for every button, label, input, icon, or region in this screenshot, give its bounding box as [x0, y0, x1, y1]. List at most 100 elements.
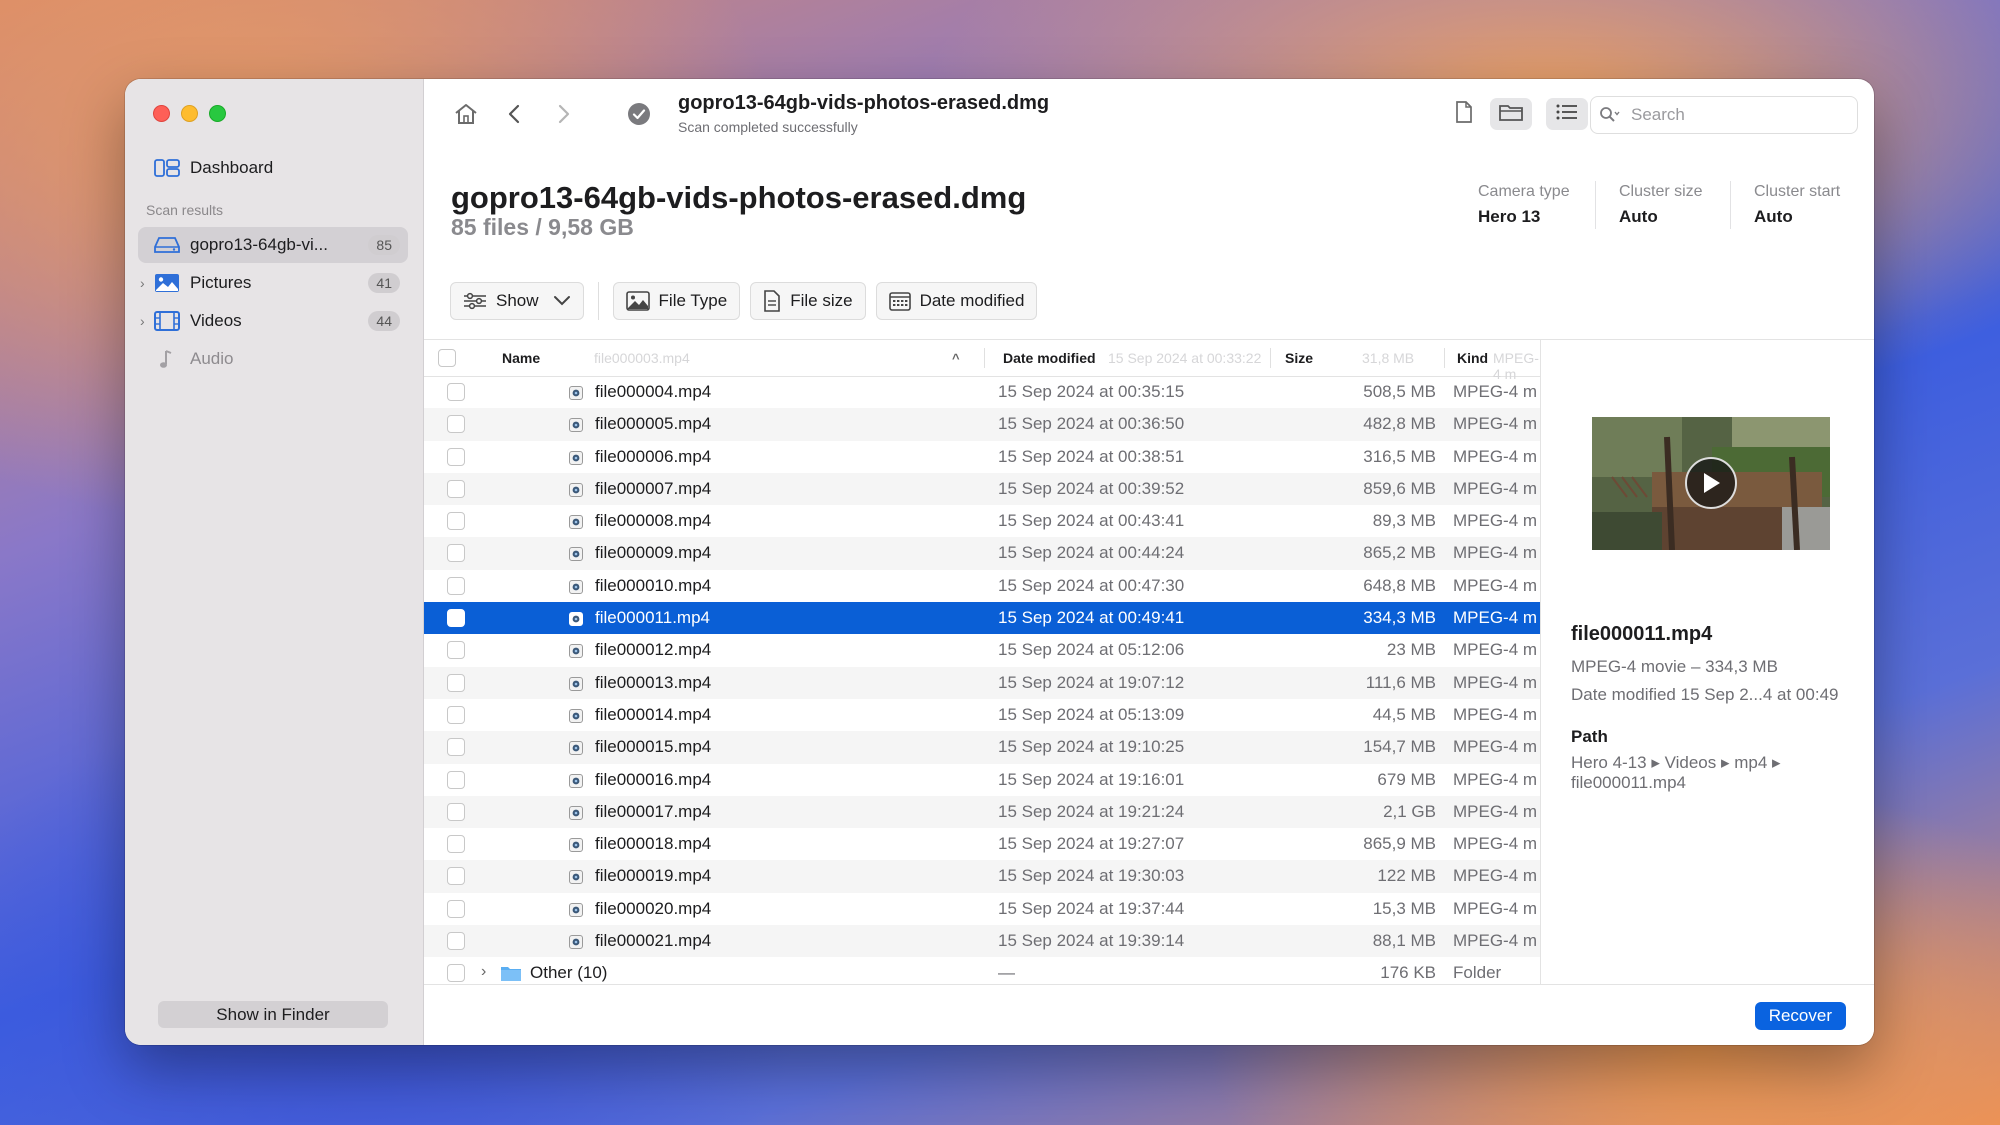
- sidebar-item-dashboard[interactable]: Dashboard: [138, 150, 408, 186]
- disclosure-chevron-icon[interactable]: ›: [140, 275, 154, 291]
- disclosure-chevron-icon[interactable]: ›: [481, 963, 486, 981]
- file-date: 15 Sep 2024 at 00:43:41: [998, 511, 1185, 531]
- home-icon[interactable]: [451, 99, 481, 129]
- row-checkbox[interactable]: [447, 932, 465, 951]
- forward-arrow-icon[interactable]: [552, 99, 576, 129]
- dashboard-icon: [154, 157, 180, 179]
- close-window-button[interactable]: [153, 105, 170, 122]
- play-icon[interactable]: [1685, 457, 1737, 509]
- table-row[interactable]: file000006.mp4 15 Sep 2024 at 00:38:51 316…: [424, 441, 1540, 473]
- column-header-kind[interactable]: Kind: [1457, 350, 1495, 366]
- file-date: 15 Sep 2024 at 19:27:07: [998, 834, 1185, 854]
- table-row[interactable]: file000021.mp4 15 Sep 2024 at 19:39:14 88,…: [424, 925, 1540, 958]
- column-divider[interactable]: [1444, 348, 1445, 368]
- table-row[interactable]: file000008.mp4 15 Sep 2024 at 00:43:41 89,…: [424, 505, 1540, 537]
- folder-row[interactable]: › Other (10) — 176 KB Folder: [424, 957, 1540, 986]
- column-divider[interactable]: [984, 348, 985, 368]
- list-view-button[interactable]: [1546, 98, 1588, 130]
- search-field[interactable]: Search: [1590, 96, 1858, 134]
- row-checkbox[interactable]: [447, 415, 465, 434]
- file-date: 15 Sep 2024 at 00:39:52: [998, 478, 1185, 498]
- file-date: 15 Sep 2024 at 00:47:30: [998, 575, 1185, 595]
- select-all-checkbox[interactable]: [438, 349, 456, 367]
- date-modified-filter-button[interactable]: Date modified: [875, 282, 1038, 320]
- table-row[interactable]: file000013.mp4 15 Sep 2024 at 19:07:12 111…: [424, 666, 1540, 699]
- table-row[interactable]: file000019.mp4 15 Sep 2024 at 19:30:03 122…: [424, 860, 1540, 893]
- row-checkbox[interactable]: [447, 705, 465, 724]
- table-row[interactable]: file000007.mp4 15 Sep 2024 at 00:39:52 859…: [424, 472, 1540, 506]
- row-checkbox[interactable]: [447, 673, 465, 692]
- file-size: 88,1 MB: [1372, 931, 1436, 951]
- file-date: 15 Sep 2024 at 19:21:24: [998, 801, 1185, 821]
- column-header-date[interactable]: Date modified: [1003, 350, 1102, 366]
- file-name: file000020.mp4: [595, 898, 712, 918]
- table-row[interactable]: file000010.mp4 15 Sep 2024 at 00:47:30 648…: [424, 570, 1540, 602]
- table-row[interactable]: file000004.mp4 15 Sep 2024 at 00:35:15 508…: [424, 376, 1540, 408]
- table-row[interactable]: file000005.mp4 15 Sep 2024 at 00:36:50 482…: [424, 408, 1540, 441]
- window-controls: [153, 105, 226, 122]
- video-file-icon: [569, 579, 583, 594]
- table-row[interactable]: file000014.mp4 15 Sep 2024 at 05:13:09 44,…: [424, 699, 1540, 731]
- row-checkbox[interactable]: [447, 738, 465, 757]
- sort-ascending-icon[interactable]: ^: [952, 351, 960, 366]
- sidebar-item-videos[interactable]: › Videos 44: [138, 303, 408, 339]
- row-checkbox[interactable]: [447, 867, 465, 886]
- disclosure-chevron-icon[interactable]: ›: [140, 313, 154, 329]
- row-checkbox[interactable]: [447, 576, 465, 595]
- file-size: 508,5 MB: [1363, 382, 1436, 401]
- row-checkbox[interactable]: [447, 641, 465, 660]
- file-date: 15 Sep 2024 at 05:13:09: [998, 704, 1185, 724]
- folder-view-button[interactable]: [1490, 98, 1532, 130]
- row-checkbox[interactable]: [447, 802, 465, 821]
- preview-date-modified: Date modified 15 Sep 2...4 at 00:49: [1571, 685, 1838, 705]
- file-size-filter-button[interactable]: File size: [750, 282, 866, 320]
- file-name: file000012.mp4: [595, 640, 712, 660]
- table-row[interactable]: file000020.mp4 15 Sep 2024 at 19:37:44 15,…: [424, 893, 1540, 925]
- row-checkbox[interactable]: [447, 964, 465, 983]
- table-row[interactable]: file000015.mp4 15 Sep 2024 at 19:10:25 154…: [424, 731, 1540, 764]
- show-filter-button[interactable]: Show: [450, 282, 584, 320]
- minimize-window-button[interactable]: [181, 105, 198, 122]
- file-name: file000010.mp4: [595, 575, 712, 595]
- sidebar-item-label: Audio: [190, 349, 234, 368]
- table-row[interactable]: file000012.mp4 15 Sep 2024 at 05:12:06 23 …: [424, 634, 1540, 666]
- table-row[interactable]: file000018.mp4 15 Sep 2024 at 19:27:07 865…: [424, 828, 1540, 860]
- table-row[interactable]: file000016.mp4 15 Sep 2024 at 19:16:01 679…: [424, 764, 1540, 796]
- table-row[interactable]: file000011.mp4 15 Sep 2024 at 00:49:41 334…: [424, 602, 1540, 635]
- back-arrow-icon[interactable]: [502, 99, 526, 129]
- calendar-icon: [888, 291, 911, 311]
- sidebar-item-disk-image[interactable]: gopro13-64gb-vi... 85: [138, 227, 408, 263]
- row-checkbox[interactable]: [447, 383, 465, 401]
- table-row[interactable]: file000017.mp4 15 Sep 2024 at 19:21:24 2,1…: [424, 795, 1540, 829]
- row-checkbox[interactable]: [447, 447, 465, 466]
- meta-value[interactable]: Auto: [1619, 207, 1703, 227]
- recover-button[interactable]: Recover: [1754, 1002, 1846, 1030]
- file-name: file000015.mp4: [595, 737, 712, 757]
- preview-date-value: 15 Sep 2...4 at 00:49: [1680, 685, 1839, 704]
- file-size: 648,8 MB: [1363, 575, 1436, 595]
- table-row[interactable]: file000009.mp4 15 Sep 2024 at 00:44:24 865…: [424, 537, 1540, 570]
- row-checkbox[interactable]: [447, 899, 465, 918]
- zoom-window-button[interactable]: [209, 105, 226, 122]
- row-checkbox[interactable]: [447, 512, 465, 531]
- row-checkbox[interactable]: [447, 544, 465, 563]
- file-type-filter-button[interactable]: File Type: [612, 282, 741, 320]
- column-header-size[interactable]: Size: [1285, 350, 1320, 366]
- document-view-button[interactable]: [1443, 98, 1485, 130]
- meta-value[interactable]: Auto: [1754, 207, 1840, 227]
- row-checkbox[interactable]: [447, 770, 465, 789]
- column-header-name[interactable]: Name: [502, 350, 547, 366]
- sidebar-item-pictures[interactable]: › Pictures 41: [138, 265, 408, 301]
- meta-value[interactable]: Hero 13: [1478, 207, 1570, 227]
- row-checkbox[interactable]: [447, 479, 465, 498]
- row-checkbox[interactable]: [447, 609, 465, 628]
- file-size: 482,8 MB: [1363, 414, 1436, 434]
- show-in-finder-button[interactable]: Show in Finder: [158, 1001, 388, 1028]
- row-checkbox[interactable]: [447, 835, 465, 854]
- video-file-icon: [569, 417, 583, 433]
- column-divider[interactable]: [1270, 348, 1271, 368]
- count-badge: 44: [368, 311, 400, 331]
- video-thumbnail[interactable]: [1592, 417, 1830, 550]
- sidebar-item-audio[interactable]: Audio: [138, 341, 408, 377]
- count-badge: 85: [368, 235, 400, 255]
